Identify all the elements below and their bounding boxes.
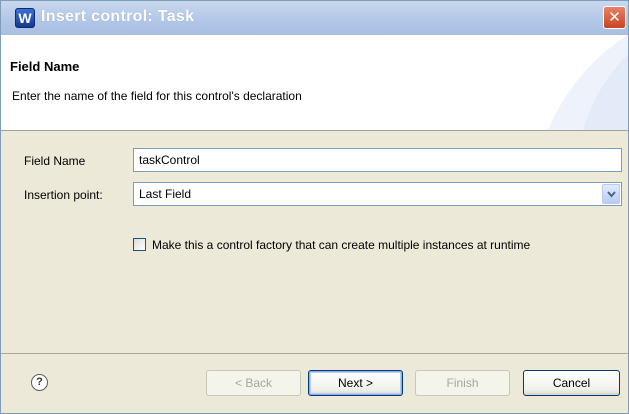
- w-logo-icon: W: [15, 8, 35, 28]
- insertion-point-label: Insertion point:: [24, 188, 103, 202]
- page-title: Field Name: [10, 59, 80, 74]
- question-mark-icon[interactable]: ?: [31, 374, 48, 391]
- back-button[interactable]: < Back: [206, 370, 301, 396]
- close-button[interactable]: ✕: [603, 6, 626, 29]
- insert-control-dialog: W Insert control: Task ✕ Field Name Ente…: [0, 0, 629, 414]
- control-factory-label[interactable]: Make this a control factory that can cre…: [152, 238, 530, 252]
- close-icon: ✕: [608, 8, 621, 26]
- title-bar[interactable]: W Insert control: Task ✕: [1, 1, 628, 35]
- header-decoration: [548, 35, 628, 130]
- control-factory-checkbox[interactable]: [133, 238, 146, 251]
- wizard-header: Field Name Enter the name of the field f…: [1, 35, 628, 130]
- dropdown-button[interactable]: [602, 184, 620, 204]
- finish-button[interactable]: Finish: [415, 370, 510, 396]
- page-description: Enter the name of the field for this con…: [12, 89, 302, 103]
- window-title: Insert control: Task: [41, 8, 195, 25]
- field-name-label: Field Name: [24, 154, 86, 168]
- cancel-button[interactable]: Cancel: [523, 370, 620, 396]
- next-button[interactable]: Next >: [308, 370, 403, 396]
- field-name-input[interactable]: taskControl: [133, 148, 622, 172]
- insertion-point-value: Last Field: [139, 187, 192, 201]
- chevron-down-icon: [607, 191, 616, 198]
- insertion-point-select[interactable]: Last Field: [133, 182, 622, 206]
